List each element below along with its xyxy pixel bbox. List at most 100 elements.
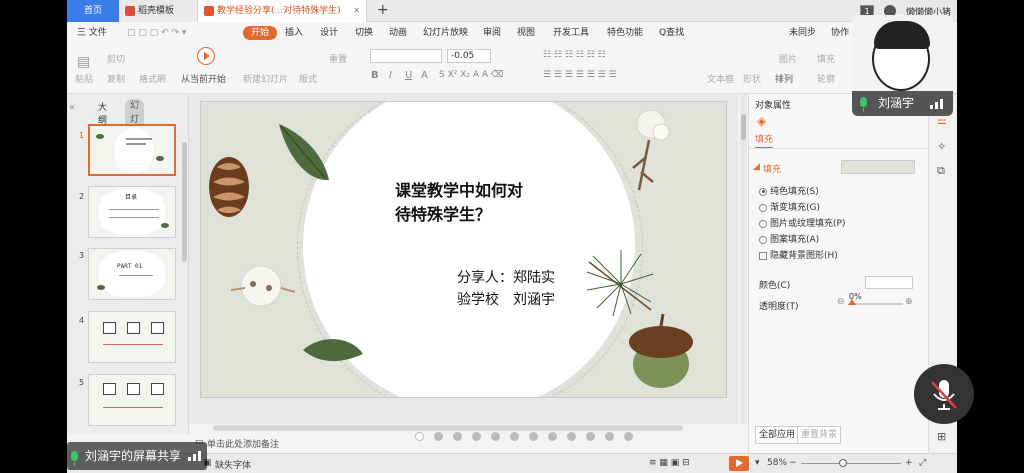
fit-window-icon[interactable]: ⤢ — [919, 458, 926, 468]
transparency-slider[interactable] — [848, 299, 903, 305]
tab-template[interactable]: 稻壳模板 — [119, 0, 197, 22]
pin-icon[interactable]: ✧ — [937, 140, 946, 153]
menu-special[interactable]: 特色功能 — [607, 26, 643, 40]
paragraph-icons[interactable]: ☰ ☰ ☰ ☰ ☰ ☰ ☰ — [543, 70, 617, 80]
close-tab-icon[interactable]: ✕ — [353, 0, 360, 22]
sync-status[interactable]: 未同步 — [789, 26, 816, 40]
slideshow-play-button[interactable] — [729, 456, 749, 471]
search-button[interactable]: Q查找 — [659, 26, 684, 40]
fill-bucket-icon[interactable]: ◈ — [757, 114, 766, 128]
fill-option-solid[interactable]: 纯色填充(S) — [759, 184, 819, 197]
play-icon[interactable] — [197, 47, 215, 65]
cut-button[interactable]: 剪切 — [107, 52, 125, 65]
shape-button[interactable]: 形状 — [743, 72, 761, 85]
minus-icon[interactable]: ⊖ — [837, 297, 845, 307]
menu-file[interactable]: 三 文件 — [77, 26, 107, 40]
zoom-value[interactable]: 58% — [767, 458, 787, 468]
list-icons[interactable]: ☷ ☷ ☷ ☷ ☷ ☷ — [543, 50, 606, 60]
page-dot[interactable] — [472, 432, 481, 441]
paste-button[interactable]: 粘贴 — [75, 72, 93, 85]
slide-thumbnail-4[interactable] — [88, 311, 176, 363]
menu-review[interactable]: 审阅 — [483, 26, 501, 40]
play-from-current-button[interactable]: 从当前开始 — [181, 72, 226, 85]
section-fill-arrow[interactable]: ◢ — [753, 162, 760, 172]
reset-background-button[interactable]: 重置背景 — [797, 426, 842, 444]
slide-presenter[interactable]: 分享人：郑陆实 验学校 刘涵宇 — [457, 267, 607, 311]
fill-option-gradient[interactable]: 渐变填充(G) — [759, 200, 820, 213]
radio-icon[interactable] — [759, 187, 767, 196]
page-dot[interactable] — [586, 432, 595, 441]
fill-option-picture[interactable]: 图片或纹理填充(P) — [759, 216, 845, 229]
menu-view[interactable]: 视图 — [517, 26, 535, 40]
menu-design[interactable]: 设计 — [320, 26, 338, 40]
new-slide-button[interactable]: 新建幻灯片 — [243, 72, 288, 85]
arrange-button[interactable]: 排列 — [775, 72, 793, 85]
hide-background-checkbox[interactable]: 隐藏背景图形(H) — [759, 248, 838, 261]
page-dot[interactable] — [491, 432, 500, 441]
menu-start[interactable]: 开始 — [243, 26, 278, 40]
scrollbar-thumb[interactable] — [741, 114, 746, 140]
menu-insert[interactable]: 插入 — [285, 26, 303, 40]
apply-all-button[interactable]: 全部应用 — [755, 426, 800, 444]
quick-access-icons[interactable]: ▢ ▢ ▢ ↶ ↷ ▾ — [127, 26, 186, 40]
fill-option-pattern[interactable]: 图案填充(A) — [759, 232, 819, 245]
underline-icon[interactable]: U — [405, 70, 412, 81]
italic-icon[interactable]: I — [389, 70, 392, 81]
zoom-slider-handle[interactable] — [839, 459, 847, 467]
radio-icon[interactable] — [759, 219, 767, 228]
layout-button[interactable]: 版式 — [299, 72, 317, 85]
menu-switch[interactable]: 切换 — [355, 26, 373, 40]
slide-thumbnail-2[interactable]: 目录 — [88, 186, 176, 238]
tab-document[interactable]: 教学经验分享(...对待特殊学生) ✕ — [197, 0, 367, 22]
thumbnail-scrollbar[interactable] — [182, 142, 187, 262]
tab-fill[interactable]: 填充 — [755, 132, 774, 149]
zoom-in-icon[interactable]: + — [905, 458, 913, 468]
apps-grid-icon[interactable]: ⊞ — [937, 430, 946, 443]
slide-thumbnail-1[interactable] — [88, 124, 176, 176]
missing-font-status[interactable]: 缺失字体 — [215, 458, 251, 471]
color-select[interactable] — [865, 276, 913, 289]
slide-thumbnail-3[interactable]: PART 01 — [88, 248, 176, 300]
page-dot[interactable] — [453, 432, 462, 441]
zoom-slider[interactable] — [801, 463, 901, 464]
mute-microphone-button[interactable] — [914, 364, 974, 424]
collab-button[interactable]: 协作 — [831, 26, 849, 40]
properties-header[interactable]: 对象属性 — [755, 98, 791, 111]
picture-button[interactable]: 图片 — [779, 52, 797, 65]
page-dot[interactable] — [434, 432, 443, 441]
tab-home[interactable]: 首页 — [67, 0, 119, 22]
radio-icon[interactable] — [759, 235, 767, 244]
slide-title[interactable]: 课堂教学中如何对 待特殊学生？ — [395, 179, 575, 227]
page-dot[interactable] — [529, 432, 538, 441]
fill-color-select[interactable] — [841, 160, 915, 174]
checkbox-icon[interactable] — [759, 251, 767, 260]
bold-icon[interactable]: B — [371, 70, 379, 81]
slide-thumbnail-5[interactable] — [88, 374, 176, 426]
slideshow-dropdown-icon[interactable]: ▾ — [755, 458, 760, 468]
reset-button[interactable]: 重置 — [329, 52, 347, 65]
tab-outline[interactable]: 大纲 — [98, 100, 107, 126]
collapse-panel-icon[interactable]: « — [69, 102, 75, 113]
canvas-horizontal-scrollbar[interactable] — [213, 425, 683, 431]
section-fill-title[interactable]: 填充 — [763, 162, 781, 175]
page-dot[interactable] — [510, 432, 519, 441]
font-size-input[interactable]: -0.05 — [447, 49, 491, 63]
video-tile[interactable]: 刘涵宇 — [852, 15, 953, 116]
canvas-vertical-scrollbar[interactable] — [740, 94, 747, 424]
menu-slideshow[interactable]: 幻灯片放映 — [423, 26, 468, 40]
font-color-icon[interactable]: A — [421, 70, 428, 81]
radio-icon[interactable] — [759, 203, 767, 212]
fill-button[interactable]: 填充 — [817, 52, 835, 65]
slider-handle[interactable] — [848, 299, 856, 305]
font-name-select[interactable] — [370, 49, 442, 63]
layers-icon[interactable]: ⧉ — [937, 164, 945, 178]
zoom-out-icon[interactable]: − — [789, 458, 797, 468]
copy-button[interactable]: 复制 — [107, 72, 125, 85]
format-painter-button[interactable]: 格式刷 — [139, 72, 166, 85]
menu-animation[interactable]: 动画 — [389, 26, 407, 40]
textbox-button[interactable]: 文本框 — [707, 72, 734, 85]
page-dot[interactable] — [605, 432, 614, 441]
paste-icon[interactable]: ▤ — [77, 54, 90, 70]
new-tab-icon[interactable]: + — [377, 2, 389, 18]
current-slide[interactable]: 课堂教学中如何对 待特殊学生？ 分享人：郑陆实 验学校 刘涵宇 — [200, 101, 727, 398]
